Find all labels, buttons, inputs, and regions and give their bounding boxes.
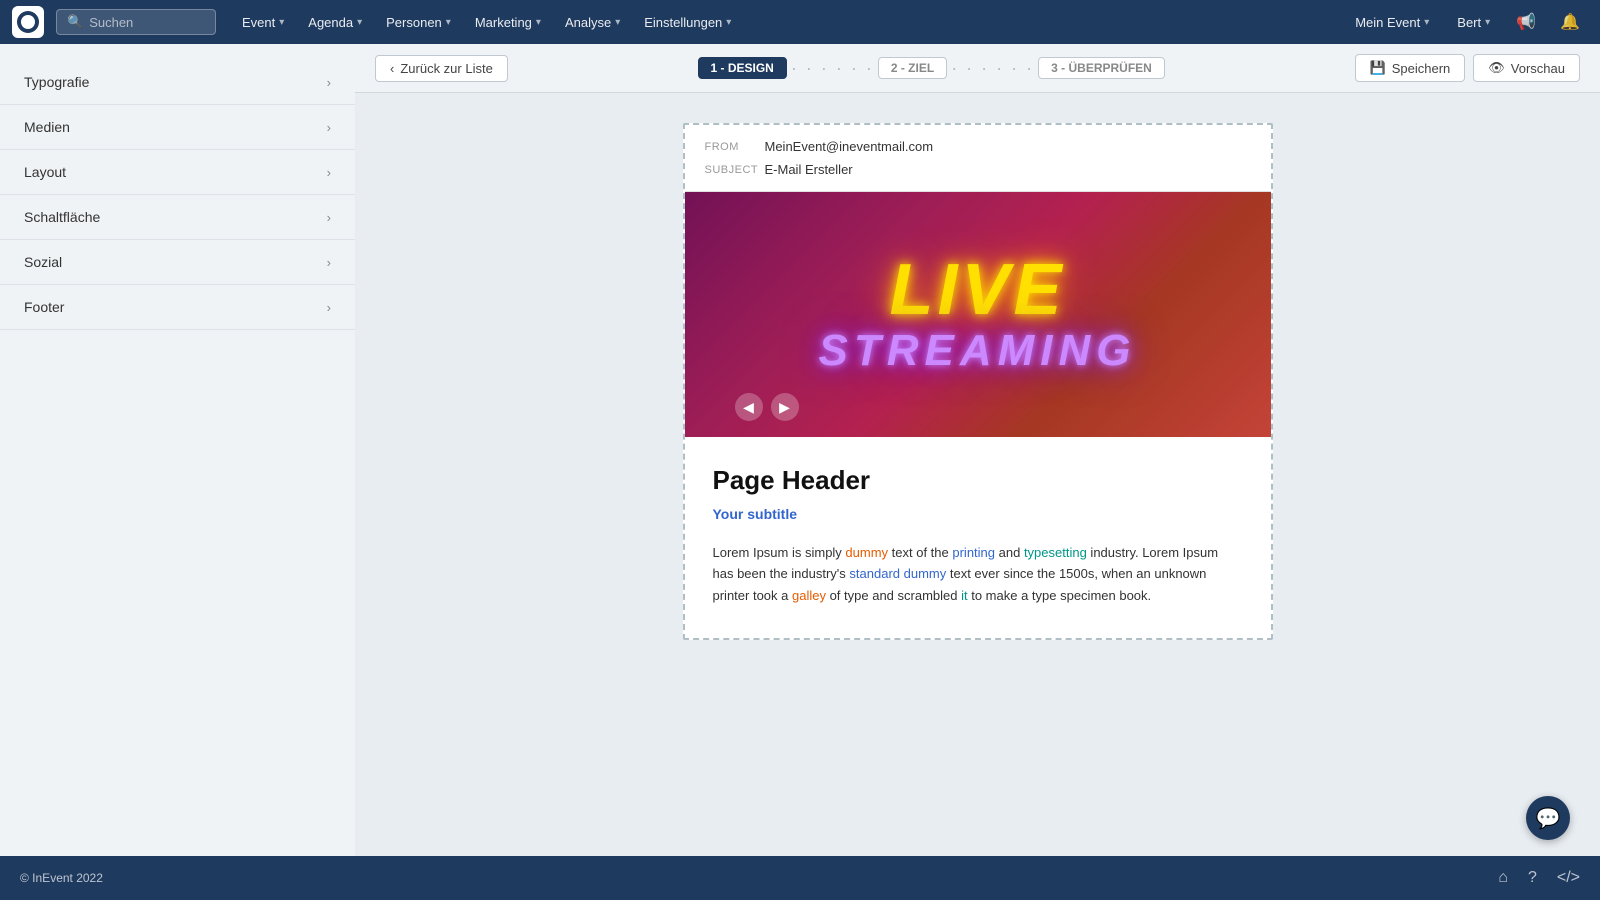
hero-next-button[interactable]: ▶ — [771, 393, 799, 421]
sidebar-item-schaltflaeche[interactable]: Schaltfläche › — [0, 195, 355, 240]
chevron-down-icon: ▾ — [1485, 17, 1490, 28]
hero-neon-text: LIVE STREAMING — [819, 254, 1137, 376]
main-area: Typografie › Medien › Layout › Schaltflä… — [0, 44, 1600, 856]
content-area: ‹ Zurück zur Liste 1 - DESIGN · · · · · … — [355, 44, 1600, 856]
chevron-down-icon: ▾ — [279, 17, 284, 28]
nav-item-marketing[interactable]: Marketing ▾ — [465, 9, 551, 36]
canvas-area: FROM MeinEvent@ineventmail.com SUBJECT E… — [355, 93, 1600, 856]
email-text-content: Page Header Your subtitle Lorem Ipsum is… — [685, 437, 1271, 638]
highlight-typesetting: typesetting — [1024, 545, 1087, 560]
preview-button[interactable]: 👁 Vorschau — [1473, 54, 1580, 82]
footer-copyright: © InEvent 2022 — [20, 871, 103, 885]
megaphone-icon[interactable]: 📢 — [1508, 8, 1544, 36]
user-menu-button[interactable]: Bert ▾ — [1447, 9, 1500, 36]
chevron-right-icon: › — [327, 75, 331, 90]
save-button[interactable]: 💾 Speichern — [1355, 54, 1466, 82]
sidebar-item-layout[interactable]: Layout › — [0, 150, 355, 195]
email-subject-row: SUBJECT E-Mail Ersteller — [705, 158, 1251, 181]
email-meta: FROM MeinEvent@ineventmail.com SUBJECT E… — [685, 125, 1271, 192]
chevron-right-icon: › — [327, 300, 331, 315]
chevron-right-icon: › — [327, 210, 331, 225]
sidebar-item-footer[interactable]: Footer › — [0, 285, 355, 330]
logo[interactable] — [12, 6, 44, 38]
chevron-right-icon: › — [327, 255, 331, 270]
highlight-it: it — [961, 588, 968, 603]
mein-event-button[interactable]: Mein Event ▾ — [1345, 9, 1439, 36]
step-ziel[interactable]: 2 - ZIEL — [878, 57, 947, 79]
chevron-down-icon: ▾ — [726, 17, 731, 28]
code-icon[interactable]: </> — [1557, 869, 1580, 887]
nav-item-einstellungen[interactable]: Einstellungen ▾ — [634, 9, 741, 36]
eye-icon: 👁 — [1488, 60, 1505, 76]
highlight-dummy: dummy — [845, 545, 888, 560]
email-from-row: FROM MeinEvent@ineventmail.com — [705, 135, 1251, 158]
chevron-left-icon: ‹ — [390, 61, 394, 76]
home-icon[interactable]: ⌂ — [1498, 869, 1508, 887]
toolbar-actions: 💾 Speichern 👁 Vorschau — [1355, 54, 1580, 82]
sidebar-item-medien[interactable]: Medien › — [0, 105, 355, 150]
highlight-standard: standard dummy — [849, 566, 946, 581]
chevron-right-icon: › — [327, 120, 331, 135]
email-body: LIVE STREAMING ◀ ▶ Page Header Your subt… — [685, 192, 1271, 638]
topnav-right: Mein Event ▾ Bert ▾ 📢 🔔 — [1345, 8, 1588, 36]
step-separator-2: · · · · · · — [951, 58, 1034, 79]
help-icon[interactable]: ? — [1528, 869, 1537, 887]
nav-item-personen[interactable]: Personen ▾ — [376, 9, 461, 36]
hero-controls: ◀ ▶ — [735, 393, 799, 421]
email-subtitle: Your subtitle — [713, 506, 1243, 522]
step-separator-1: · · · · · · — [791, 58, 874, 79]
step-ueberpruefen[interactable]: 3 - ÜBERPRÜFEN — [1038, 57, 1165, 79]
save-icon: 💾 — [1370, 60, 1386, 76]
step-design[interactable]: 1 - DESIGN — [698, 57, 787, 79]
subtoolbar: ‹ Zurück zur Liste 1 - DESIGN · · · · · … — [355, 44, 1600, 93]
step-indicator: 1 - DESIGN · · · · · · 2 - ZIEL · · · · … — [698, 57, 1165, 79]
highlight-printing: printing — [952, 545, 995, 560]
footer-bar: © InEvent 2022 ⌂ ? </> — [0, 856, 1600, 900]
chevron-down-icon: ▾ — [1424, 17, 1429, 28]
sidebar-item-typografie[interactable]: Typografie › — [0, 60, 355, 105]
sidebar-item-sozial[interactable]: Sozial › — [0, 240, 355, 285]
footer-icons: ⌂ ? </> — [1498, 869, 1580, 887]
sidebar: Typografie › Medien › Layout › Schaltflä… — [0, 44, 355, 856]
bell-icon[interactable]: 🔔 — [1552, 8, 1588, 36]
email-hero-image[interactable]: LIVE STREAMING ◀ ▶ — [685, 192, 1271, 437]
top-navigation: 🔍 Event ▾ Agenda ▾ Personen ▾ Marketing … — [0, 0, 1600, 44]
nav-item-event[interactable]: Event ▾ — [232, 9, 294, 36]
nav-item-agenda[interactable]: Agenda ▾ — [298, 9, 372, 36]
highlight-galley: galley — [792, 588, 826, 603]
chat-icon: 💬 — [1536, 806, 1561, 831]
chevron-down-icon: ▾ — [357, 17, 362, 28]
chevron-right-icon: › — [327, 165, 331, 180]
chevron-down-icon: ▾ — [446, 17, 451, 28]
email-preview: FROM MeinEvent@ineventmail.com SUBJECT E… — [683, 123, 1273, 640]
chevron-down-icon: ▾ — [615, 17, 620, 28]
search-input[interactable] — [89, 15, 205, 30]
email-body-paragraph: Lorem Ipsum is simply dummy text of the … — [713, 542, 1243, 606]
chat-bubble-button[interactable]: 💬 — [1526, 796, 1570, 840]
chevron-down-icon: ▾ — [536, 17, 541, 28]
nav-item-analyse[interactable]: Analyse ▾ — [555, 9, 630, 36]
search-box[interactable]: 🔍 — [56, 9, 216, 35]
email-page-header: Page Header — [713, 465, 1243, 496]
hero-prev-button[interactable]: ◀ — [735, 393, 763, 421]
search-icon: 🔍 — [67, 14, 83, 30]
back-button[interactable]: ‹ Zurück zur Liste — [375, 55, 508, 82]
